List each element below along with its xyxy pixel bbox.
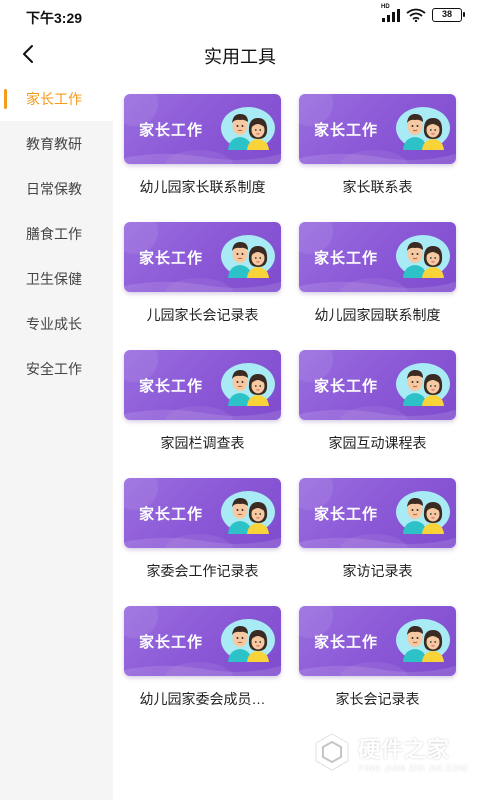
tool-label: 幼儿园家园联系制度: [314, 307, 441, 323]
tool-label: 家园互动课程表: [328, 435, 427, 451]
watermark-subtext: YING JIAN ZHI JIA.COM: [358, 763, 468, 773]
banner-title: 家长工作: [139, 122, 204, 139]
watermark-text: 硬件之家: [358, 736, 451, 762]
tool-banner: 家长工作: [124, 94, 281, 164]
tool-card[interactable]: 家长工作 幼儿园家长联系制度: [124, 94, 281, 222]
banner-title: 家长工作: [139, 378, 204, 395]
sidebar-item-safety[interactable]: 安全工作: [0, 346, 113, 391]
tool-card[interactable]: 家长工作 家委会工作记录表: [124, 478, 281, 606]
header: 实用工具: [0, 32, 480, 76]
sidebar-item-professional-growth[interactable]: 专业成长: [0, 301, 113, 346]
tool-banner: 家长工作: [299, 478, 456, 548]
banner-title: 家长工作: [314, 122, 379, 139]
sidebar-item-daily-care[interactable]: 日常保教: [0, 166, 113, 211]
page-title: 实用工具: [204, 47, 276, 67]
wifi-icon: [406, 8, 426, 22]
tool-card[interactable]: 家长工作 幼儿园家委会成员…: [124, 606, 281, 734]
tool-card[interactable]: 家长工作 家长联系表: [299, 94, 456, 222]
watermark: 硬件之家 YING JIAN ZHI JIA.COM: [312, 730, 472, 774]
status-time: 下午3:29: [26, 10, 83, 26]
parents-avatar-icon: [221, 235, 275, 278]
tool-banner: 家长工作: [299, 94, 456, 164]
tool-card[interactable]: 家长工作 家园互动课程表: [299, 350, 456, 478]
tool-card[interactable]: 家长工作 家访记录表: [299, 478, 456, 606]
tool-label: 家园栏调查表: [160, 435, 245, 451]
parents-avatar-icon: [396, 107, 450, 150]
banner-title: 家长工作: [314, 506, 379, 523]
sidebar-item-parent-work[interactable]: 家长工作: [0, 76, 113, 121]
parents-avatar-icon: [221, 107, 275, 150]
sidebar-item-label: 日常保教: [26, 180, 82, 197]
tool-banner: 家长工作: [299, 606, 456, 676]
parents-avatar-icon: [396, 235, 450, 278]
sidebar-item-label: 教育教研: [26, 135, 82, 152]
tool-banner: 家长工作: [124, 478, 281, 548]
banner-title: 家长工作: [314, 634, 379, 651]
tool-label: 家长会记录表: [335, 691, 420, 707]
sidebar-item-label: 家长工作: [26, 90, 82, 107]
network-label: HD: [381, 4, 390, 10]
tool-card[interactable]: 家长工作 儿园家长会记录表: [124, 222, 281, 350]
sidebar-item-health[interactable]: 卫生保健: [0, 256, 113, 301]
sidebar-item-teaching-research[interactable]: 教育教研: [0, 121, 113, 166]
tool-label: 儿园家长会记录表: [146, 307, 259, 323]
tool-card[interactable]: 家长工作 家长会记录表: [299, 606, 456, 734]
tool-banner: 家长工作: [299, 350, 456, 420]
tool-label: 家访记录表: [342, 563, 413, 579]
watermark-logo-icon: [315, 733, 349, 771]
status-bar: 下午3:29 HD 38: [0, 0, 480, 32]
sidebar-item-label: 安全工作: [26, 360, 82, 377]
tool-banner: 家长工作: [124, 350, 281, 420]
sidebar-item-label: 卫生保健: [26, 270, 82, 287]
banner-title: 家长工作: [314, 378, 379, 395]
tool-label: 家长联系表: [342, 179, 413, 195]
parents-avatar-icon: [396, 491, 450, 534]
tool-grid: 家长工作 幼儿园家长联系制度 家长工作 家长联系表 家长工作 儿园家长会记录表 …: [124, 94, 458, 734]
parents-avatar-icon: [221, 491, 275, 534]
parents-avatar-icon: [221, 363, 275, 406]
tool-card[interactable]: 家长工作 幼儿园家园联系制度: [299, 222, 456, 350]
sidebar-item-label: 专业成长: [26, 315, 82, 332]
tool-label: 幼儿园家委会成员…: [139, 691, 266, 707]
parents-avatar-icon: [396, 619, 450, 662]
tool-label: 家委会工作记录表: [146, 563, 259, 579]
banner-title: 家长工作: [139, 634, 204, 651]
tool-banner: 家长工作: [299, 222, 456, 292]
tool-banner: 家长工作: [124, 606, 281, 676]
banner-title: 家长工作: [314, 250, 379, 267]
tool-label: 幼儿园家长联系制度: [139, 179, 266, 195]
sidebar-item-meals[interactable]: 膳食工作: [0, 211, 113, 256]
signal-icon: HD: [381, 4, 400, 22]
tool-banner: 家长工作: [124, 222, 281, 292]
tool-card[interactable]: 家长工作 家园栏调查表: [124, 350, 281, 478]
parents-avatar-icon: [396, 363, 450, 406]
sidebar-item-label: 膳食工作: [26, 225, 82, 242]
banner-title: 家长工作: [139, 506, 204, 523]
status-icons: HD 38: [381, 4, 465, 22]
banner-title: 家长工作: [139, 250, 204, 267]
category-sidebar: 家长工作 教育教研 日常保教 膳食工作 卫生保健 专业成长 安全工作: [0, 76, 113, 800]
parents-avatar-icon: [221, 619, 275, 662]
battery-icon: 38: [432, 8, 465, 22]
